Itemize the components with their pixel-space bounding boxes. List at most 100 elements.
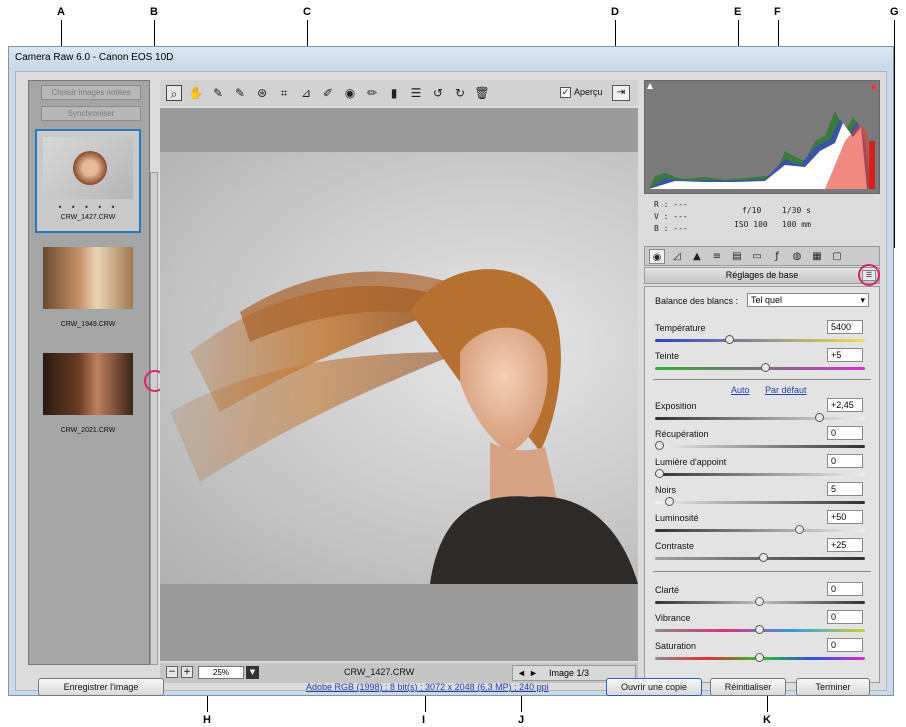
recovery-slider-knob[interactable] [655,441,664,450]
thumbnail-item-3[interactable]: CRW_2021.CRW [35,347,141,441]
done-button[interactable]: Terminer [796,678,870,696]
tab-presets-icon[interactable]: ▦ [809,249,825,264]
slider-label-tint: Teinte [655,351,680,361]
spot-removal-tool-icon[interactable]: ✐ [320,85,336,101]
vibrance-slider-knob[interactable] [755,625,764,634]
readout-b: B : --- [654,224,688,233]
contrast-slider-knob[interactable] [759,553,768,562]
tint-slider[interactable] [655,363,865,372]
hand-tool-icon[interactable]: ✋ [188,85,204,101]
readout-focal: 100 mm [782,220,811,229]
rotate-right-icon[interactable]: ↻ [452,85,468,101]
recovery-slider[interactable] [655,441,865,450]
red-eye-tool-icon[interactable]: ◉ [342,85,358,101]
tab-detail-icon[interactable]: ▲ [689,249,705,264]
clarity-slider[interactable] [655,597,865,606]
preview-label: Aperçu [574,87,603,97]
preview-checkbox[interactable]: ✓ [560,87,571,99]
slider-label-blacks: Noirs [655,485,677,495]
brightness-slider-knob[interactable] [795,525,804,534]
save-image-button[interactable]: Enregistrer l'image [38,678,164,696]
brightness-field[interactable]: +50 [827,510,863,524]
select-rated-button[interactable]: Choisir images notées [41,85,141,100]
tab-snapshots-icon[interactable]: ▢ [829,249,845,264]
readout-v: V : --- [654,212,688,221]
white-balance-select[interactable]: Tel quel ▾ [747,293,869,307]
tint-field[interactable]: +5 [827,348,863,362]
zoom-dropdown-chevron-icon[interactable]: ▼ [246,666,259,679]
open-copy-button[interactable]: Ouvrir une copie [606,678,702,696]
fill-light-slider-knob[interactable] [655,469,664,478]
graduated-filter-icon[interactable]: ▮ [386,85,402,101]
temperature-slider-knob[interactable] [725,335,734,344]
tab-lens-corrections-icon[interactable]: ▭ [749,249,765,264]
temperature-slider[interactable] [655,335,865,344]
color-sampler-tool-icon[interactable]: ✎ [232,85,248,101]
callout-a: A [57,6,65,18]
zoom-out-icon[interactable]: − [166,666,178,678]
tab-basic-icon[interactable]: ◉ [649,249,665,264]
exposure-slider[interactable] [655,413,865,422]
zoom-in-icon[interactable]: + [181,666,193,678]
clarity-slider-knob[interactable] [755,597,764,606]
default-link[interactable]: Par défaut [765,385,807,395]
blacks-slider[interactable] [655,497,865,506]
blacks-field[interactable]: 5 [827,482,863,496]
filmstrip-scrollbar[interactable] [150,172,158,665]
image-preview-area[interactable] [160,108,638,661]
rotate-left-icon[interactable]: ↺ [430,85,446,101]
saturation-slider[interactable] [655,653,865,662]
clarity-field[interactable]: 0 [827,582,863,596]
contrast-field[interactable]: +25 [827,538,863,552]
zoom-tool-icon[interactable]: ⌕ [166,85,182,101]
saturation-slider-knob[interactable] [755,653,764,662]
vibrance-field[interactable]: 0 [827,610,863,624]
preview-photo [160,152,638,584]
right-panel: R : --- V : --- B : --- f/10 1/30 s ISO … [644,80,880,683]
tab-effects-icon[interactable]: ƒ [769,249,785,264]
tab-hsl-icon[interactable]: ≡ [709,249,725,264]
fill-light-field[interactable]: 0 [827,454,863,468]
slider-label-saturation: Saturation [655,641,697,651]
temperature-field[interactable]: 5400 [827,320,863,334]
slider-label-recovery: Récupération [655,429,709,439]
trash-icon[interactable]: 🗑 [474,85,490,101]
filmstrip[interactable]: Choisir images notées Synchroniser • • •… [28,80,150,665]
workflow-options-link[interactable]: Adobe RGB (1998) ; 8 bit(s) ; 3072 x 204… [306,682,549,692]
brightness-slider[interactable] [655,525,865,534]
tab-split-toning-icon[interactable]: ▤ [729,249,745,264]
auto-link[interactable]: Auto [731,385,750,395]
blacks-slider-knob[interactable] [665,497,674,506]
thumbnail-label: CRW_1427.CRW [60,214,116,221]
tab-tone-curve-icon[interactable]: ◿ [669,249,685,264]
rating-stars[interactable]: • • • • • [37,203,139,212]
reset-button[interactable]: Réinitialiser [710,678,786,696]
fill-light-slider[interactable] [655,469,865,478]
panel-menu-highlight [858,264,880,286]
preferences-icon[interactable]: ☰ [408,85,424,101]
vibrance-slider[interactable] [655,625,865,634]
synchronize-button[interactable]: Synchroniser [41,106,141,121]
straighten-tool-icon[interactable]: ⊿ [298,85,314,101]
exposure-field[interactable]: +2,45 [827,398,863,412]
adjustment-brush-icon[interactable]: ✏ [364,85,380,101]
previous-image-icon[interactable]: ◄ [517,668,526,678]
fullscreen-toggle-icon[interactable]: ⇥ [612,85,630,101]
target-adjustment-tool-icon[interactable]: ⊛ [254,85,270,101]
slider-label-exposure: Exposition [655,401,697,411]
tint-slider-knob[interactable] [761,363,770,372]
exposure-slider-knob[interactable] [815,413,824,422]
thumbnail-item-1[interactable]: • • • • • CRW_1427.CRW [35,129,141,233]
histogram-graph [645,81,879,193]
contrast-slider[interactable] [655,553,865,562]
portrait-illustration [170,269,638,584]
white-balance-tool-icon[interactable]: ✎ [210,85,226,101]
thumbnail-item-2[interactable]: CRW_1949.CRW [35,241,141,335]
saturation-field[interactable]: 0 [827,638,863,652]
tab-camera-calibration-icon[interactable]: ◍ [789,249,805,264]
zoom-level-field[interactable]: 25% [198,666,244,679]
next-image-icon[interactable]: ► [529,668,538,678]
recovery-field[interactable]: 0 [827,426,863,440]
preview-toggle[interactable]: ✓ Aperçu [560,87,603,99]
crop-tool-icon[interactable]: ⌗ [276,85,292,101]
